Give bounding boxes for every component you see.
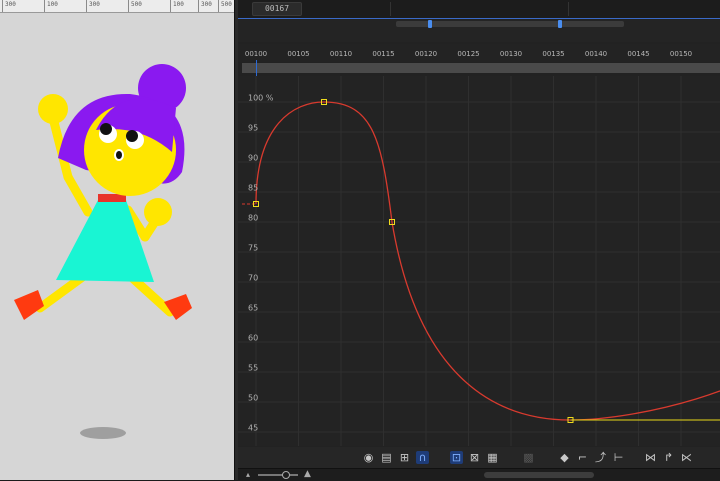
hold-icon[interactable]: ⌐ bbox=[576, 451, 589, 464]
ruler-tick: 300 bbox=[198, 0, 212, 12]
timecode-label: 00110 bbox=[329, 50, 353, 58]
navigator-start-handle[interactable] bbox=[428, 20, 432, 28]
y-axis-label: 75 bbox=[248, 243, 259, 253]
fit-selection-icon[interactable]: ⊡ bbox=[450, 451, 463, 464]
ruler-label: 500 bbox=[221, 1, 232, 8]
ruler-label: 100 bbox=[47, 1, 58, 8]
fit-all-icon[interactable]: ⊠ bbox=[468, 451, 481, 464]
fit-graph-icon[interactable]: ▦ bbox=[486, 451, 499, 464]
right-pupil bbox=[126, 130, 138, 142]
work-area-bar[interactable] bbox=[242, 63, 720, 73]
ground-shadow bbox=[80, 427, 126, 439]
transform-box-icon[interactable]: ⊞ bbox=[398, 451, 411, 464]
eye-icon[interactable]: ◉ bbox=[362, 451, 375, 464]
ruler-label: 100 bbox=[173, 1, 184, 8]
ruler-label: 300 bbox=[5, 1, 16, 8]
horizontal-scrollbar[interactable] bbox=[484, 472, 594, 478]
y-axis-label: 90 bbox=[248, 153, 259, 163]
status-bar: ▴ ▲ bbox=[238, 468, 720, 481]
zoom-in-icon[interactable]: ▲ bbox=[304, 469, 311, 479]
edit-keyframe-icon[interactable]: ◆ bbox=[558, 451, 571, 464]
easy-ease-out-icon[interactable]: ⊢ bbox=[612, 451, 625, 464]
right-hand bbox=[144, 198, 172, 226]
timecode-label: 00100 bbox=[244, 50, 268, 58]
timecode-label: 00115 bbox=[372, 50, 395, 58]
header-divider bbox=[568, 2, 569, 16]
current-time-display[interactable]: 00167 bbox=[252, 2, 302, 16]
graph-editor-toolbar: ◉ ▤ ⊞ ∩ ⊡ ⊠ ▦ ▩ ◆ ⌐ ⤴ ⊢ ⋈ ↱ ⋉ bbox=[238, 447, 720, 468]
ruler-tick: 100 bbox=[170, 0, 184, 12]
y-axis-label: 85 bbox=[248, 183, 259, 193]
character-illustration bbox=[14, 64, 192, 439]
timecode-label: 00135 bbox=[542, 50, 565, 58]
y-axis-label: 70 bbox=[248, 273, 259, 283]
y-axis-label: 60 bbox=[248, 333, 259, 343]
ruler-tick: 300 bbox=[2, 0, 16, 12]
header-divider bbox=[390, 2, 391, 16]
y-axis-label: 80 bbox=[248, 213, 259, 223]
easy-ease-icon[interactable]: ↱ bbox=[662, 451, 675, 464]
left-pupil bbox=[100, 123, 112, 135]
ruler-label: 300 bbox=[201, 1, 212, 8]
left-upper-arm bbox=[63, 172, 93, 217]
left-hand bbox=[38, 94, 68, 124]
graph-canvas[interactable] bbox=[238, 76, 720, 446]
timecode-label: 00140 bbox=[584, 50, 608, 58]
y-axis-label: 55 bbox=[248, 363, 259, 373]
y-axis-label: 50 bbox=[248, 393, 259, 403]
ruler-label: 300 bbox=[89, 1, 100, 8]
separate-dimensions-icon[interactable]: ▩ bbox=[522, 451, 535, 464]
value-graph[interactable]: 100 % 95 90 85 80 75 70 65 60 55 50 45 bbox=[238, 76, 720, 446]
bezier-icon[interactable]: ⋉ bbox=[680, 451, 693, 464]
playhead-marker[interactable] bbox=[256, 60, 257, 76]
zoom-slider-track[interactable] bbox=[258, 474, 298, 476]
ruler-label: 500 bbox=[131, 1, 142, 8]
zoom-out-icon[interactable]: ▴ bbox=[246, 470, 250, 479]
convert-vertex-icon[interactable]: ⋈ bbox=[644, 451, 657, 464]
timecode-label: 00130 bbox=[499, 50, 523, 58]
zoom-slider-knob[interactable] bbox=[282, 471, 290, 479]
timeline-header: 00167 bbox=[238, 0, 720, 19]
ruler-tick: 500 bbox=[218, 0, 232, 12]
graph-editor-panel: 00167 00100 00105 00110 00115 00120 0012… bbox=[238, 0, 720, 481]
mouth-inner bbox=[116, 151, 122, 159]
dress bbox=[56, 200, 154, 282]
timecode-label: 00145 bbox=[627, 50, 650, 58]
left-shoe bbox=[14, 290, 44, 320]
easy-ease-in-icon[interactable]: ⤴ bbox=[594, 451, 607, 464]
timecode-label: 00120 bbox=[414, 50, 438, 58]
snap-icon[interactable]: ∩ bbox=[416, 451, 429, 464]
ruler-tick: 300 bbox=[86, 0, 100, 12]
timecode-label: 00125 bbox=[457, 50, 480, 58]
time-ruler[interactable]: 00100 00105 00110 00115 00120 00125 0013… bbox=[238, 44, 720, 62]
graph-type-icon[interactable]: ▤ bbox=[380, 451, 393, 464]
composition-viewer[interactable]: 300 100 300 500 100 300 500 bbox=[0, 0, 234, 480]
ruler-tick: 500 bbox=[128, 0, 142, 12]
navigator-end-handle[interactable] bbox=[558, 20, 562, 28]
ruler-tick: 100 bbox=[44, 0, 58, 12]
timecode-label: 00105 bbox=[287, 50, 310, 58]
y-axis-label: 65 bbox=[248, 303, 259, 313]
y-axis-label: 95 bbox=[248, 123, 259, 133]
y-axis-label: 45 bbox=[248, 423, 259, 433]
timecode-label: 00150 bbox=[669, 50, 693, 58]
y-axis-label: 100 % bbox=[248, 93, 274, 103]
